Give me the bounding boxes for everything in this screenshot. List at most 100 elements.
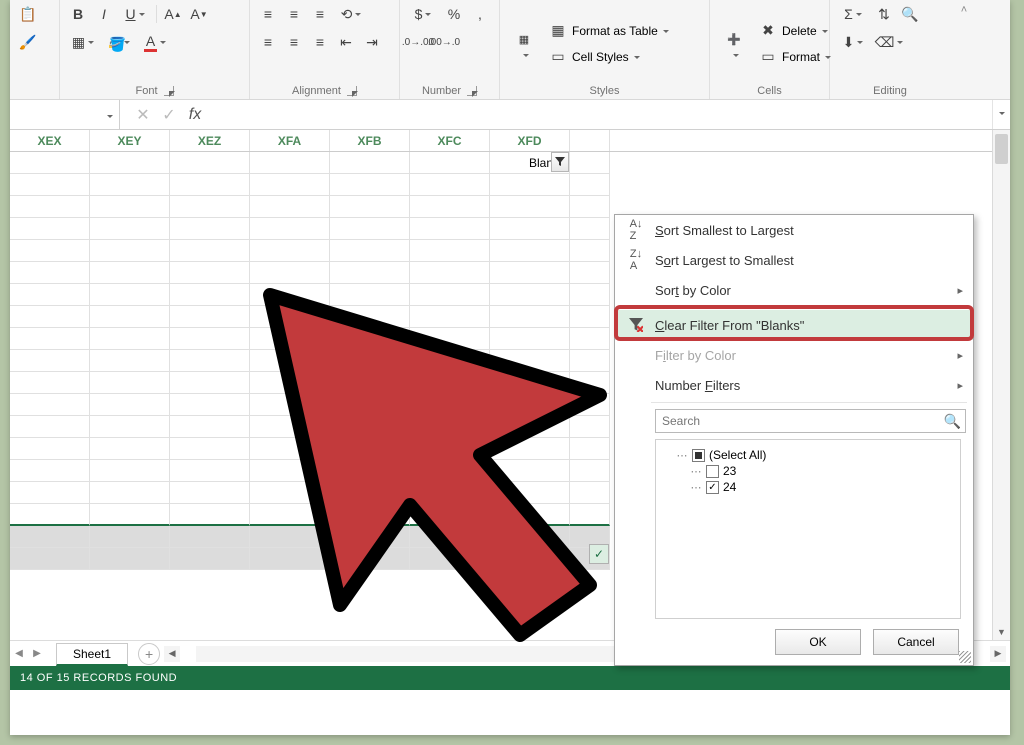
column-header[interactable]: XEX <box>10 130 90 151</box>
clear-button[interactable]: ⌫ <box>872 30 906 54</box>
italic-button[interactable]: I <box>92 2 116 26</box>
column-header[interactable]: XFB <box>330 130 410 151</box>
number-dialog-launcher[interactable] <box>467 86 477 96</box>
alignment-dialog-launcher[interactable] <box>347 86 357 96</box>
search-icon: 🔍 <box>944 413 961 430</box>
status-bar: 14 OF 15 RECORDS FOUND <box>10 666 1010 690</box>
cancel-button[interactable]: Cancel <box>873 629 959 655</box>
name-box[interactable] <box>10 100 120 129</box>
column-header[interactable]: XFA <box>250 130 330 151</box>
status-text: 14 OF 15 RECORDS FOUND <box>20 672 177 684</box>
increase-font-button[interactable]: A▲ <box>161 2 185 26</box>
increase-indent-button[interactable]: ⇥ <box>360 30 384 54</box>
autosum-button[interactable]: Σ <box>836 2 870 26</box>
font-dialog-launcher[interactable] <box>164 86 174 96</box>
filter-value-select-all[interactable]: ⋯ (Select All) <box>676 448 952 462</box>
comma-format-button[interactable]: , <box>468 2 492 26</box>
column-header[interactable]: XFD <box>490 130 570 151</box>
cancel-formula-button[interactable]: ✕ <box>130 102 156 128</box>
ribbon-group-font: B I U A▲ A▼ ▦ 🪣 A Font <box>60 0 250 99</box>
filter-by-color-item: Filter by Color <box>615 340 973 370</box>
new-sheet-button[interactable]: + <box>138 643 160 665</box>
conditional-formatting-button[interactable]: ▦ <box>506 26 542 62</box>
borders-button[interactable]: ▦ <box>66 30 100 54</box>
filter-value-item[interactable]: ⋯ 24 <box>690 480 952 494</box>
group-label-number: Number <box>422 85 461 97</box>
sort-filter-button[interactable]: ⇅ <box>872 2 896 26</box>
toggle-all-checkbox[interactable]: ✓ <box>589 544 609 564</box>
fx-button[interactable]: fx <box>182 102 208 128</box>
paste-icon[interactable]: 📋 <box>16 2 40 26</box>
column-header[interactable]: XEZ <box>170 130 250 151</box>
align-right-button[interactable]: ≡ <box>308 30 332 54</box>
sort-ascending-item[interactable]: A↓Z Sort Smallest to Largest <box>615 215 973 245</box>
filter-value-item[interactable]: ⋯ 23 <box>690 464 952 478</box>
decrease-font-button[interactable]: A▼ <box>187 2 211 26</box>
filter-search-input[interactable] <box>655 409 966 433</box>
align-left-button[interactable]: ≡ <box>256 30 280 54</box>
table-icon: ▦ <box>546 19 570 43</box>
tab-nav-prev[interactable]: ◀ <box>10 645 28 663</box>
formula-input[interactable] <box>208 100 992 129</box>
cell-styles-button[interactable]: ▭Cell Styles <box>546 45 669 69</box>
decrease-indent-button[interactable]: ⇤ <box>334 30 358 54</box>
ribbon-group-styles: ▦ ▦Format as Table ▭Cell Styles Styles <box>500 0 710 99</box>
number-filters-item[interactable]: Number Filters <box>615 370 973 400</box>
hscroll-right-arrow[interactable]: ▶ <box>990 646 1006 662</box>
expand-formula-bar-button[interactable] <box>992 100 1010 129</box>
ribbon-group-alignment: ≡ ≡ ≡ ⟲ ≡ ≡ ≡ ⇤ ⇥ Alignment <box>250 0 400 99</box>
collapse-ribbon-button[interactable]: ˄ <box>950 0 978 99</box>
vertical-scrollbar[interactable]: ▲ ▼ <box>992 130 1010 640</box>
align-top-button[interactable]: ≡ <box>256 2 280 26</box>
sort-desc-icon: Z↓A <box>625 248 647 272</box>
sort-descending-item[interactable]: Z↓A Sort Largest to Smallest <box>615 245 973 275</box>
filter-header-cell: Blanks <box>490 152 570 174</box>
checkbox-checked[interactable] <box>706 481 719 494</box>
format-icon: ▭ <box>756 45 780 69</box>
ribbon-group-clipboard: 📋 🖌️ <box>10 0 60 99</box>
group-label-alignment: Alignment <box>292 85 341 97</box>
bold-button[interactable]: B <box>66 2 90 26</box>
checkbox-unchecked[interactable] <box>706 465 719 478</box>
autofilter-menu: A↓Z Sort Smallest to Largest Z↓A Sort La… <box>614 214 974 666</box>
column-header[interactable]: XEY <box>90 130 170 151</box>
accounting-format-button[interactable]: $ <box>406 2 440 26</box>
insert-cells-button[interactable]: ➕ <box>716 26 752 62</box>
hscroll-left-arrow[interactable]: ◀ <box>164 646 180 662</box>
resize-grip[interactable] <box>959 651 971 663</box>
increase-decimal-button[interactable]: .0→.00 <box>406 30 430 54</box>
sheet-tab[interactable]: Sheet1 <box>56 643 128 666</box>
ribbon: 📋 🖌️ B I U A▲ A▼ ▦ 🪣 A <box>10 0 1010 100</box>
find-select-button[interactable]: 🔍 <box>898 2 922 26</box>
filter-values-list[interactable]: ⋯ (Select All) ⋯ 23 ⋯ 24 <box>655 439 961 619</box>
align-center-button[interactable]: ≡ <box>282 30 306 54</box>
enter-formula-button[interactable]: ✓ <box>156 102 182 128</box>
scroll-down-arrow[interactable]: ▼ <box>993 624 1010 640</box>
tab-nav-next[interactable]: ▶ <box>28 645 46 663</box>
delete-icon: ✖ <box>756 19 780 43</box>
scroll-thumb[interactable] <box>995 134 1008 164</box>
sort-asc-icon: A↓Z <box>625 218 647 242</box>
decrease-decimal-button[interactable]: .00→.0 <box>432 30 456 54</box>
underline-button[interactable]: U <box>118 2 152 26</box>
filter-dropdown-button[interactable] <box>551 152 569 172</box>
clear-filter-item[interactable]: Clear Filter From "Blanks" <box>615 310 973 340</box>
fill-color-button[interactable]: 🪣 <box>102 30 136 54</box>
orientation-button[interactable]: ⟲ <box>334 2 368 26</box>
clear-filter-icon <box>625 318 647 332</box>
percent-format-button[interactable]: % <box>442 2 466 26</box>
format-painter-icon[interactable]: 🖌️ <box>16 30 40 54</box>
align-middle-button[interactable]: ≡ <box>282 2 306 26</box>
align-bottom-button[interactable]: ≡ <box>308 2 332 26</box>
format-cells-button[interactable]: ▭Format <box>756 45 831 69</box>
delete-cells-button[interactable]: ✖Delete <box>756 19 831 43</box>
ribbon-group-number: $ % , .0→.00 .00→.0 Number <box>400 0 500 99</box>
fill-button[interactable]: ⬇ <box>836 30 870 54</box>
font-color-button[interactable]: A <box>138 30 172 54</box>
column-header[interactable]: XFC <box>410 130 490 151</box>
sort-by-color-item[interactable]: Sort by Color <box>615 275 973 305</box>
ribbon-group-editing: Σ ⇅ 🔍 ⬇ ⌫ Editing <box>830 0 950 99</box>
checkbox-partial[interactable] <box>692 449 705 462</box>
ok-button[interactable]: OK <box>775 629 861 655</box>
format-as-table-button[interactable]: ▦Format as Table <box>546 19 669 43</box>
